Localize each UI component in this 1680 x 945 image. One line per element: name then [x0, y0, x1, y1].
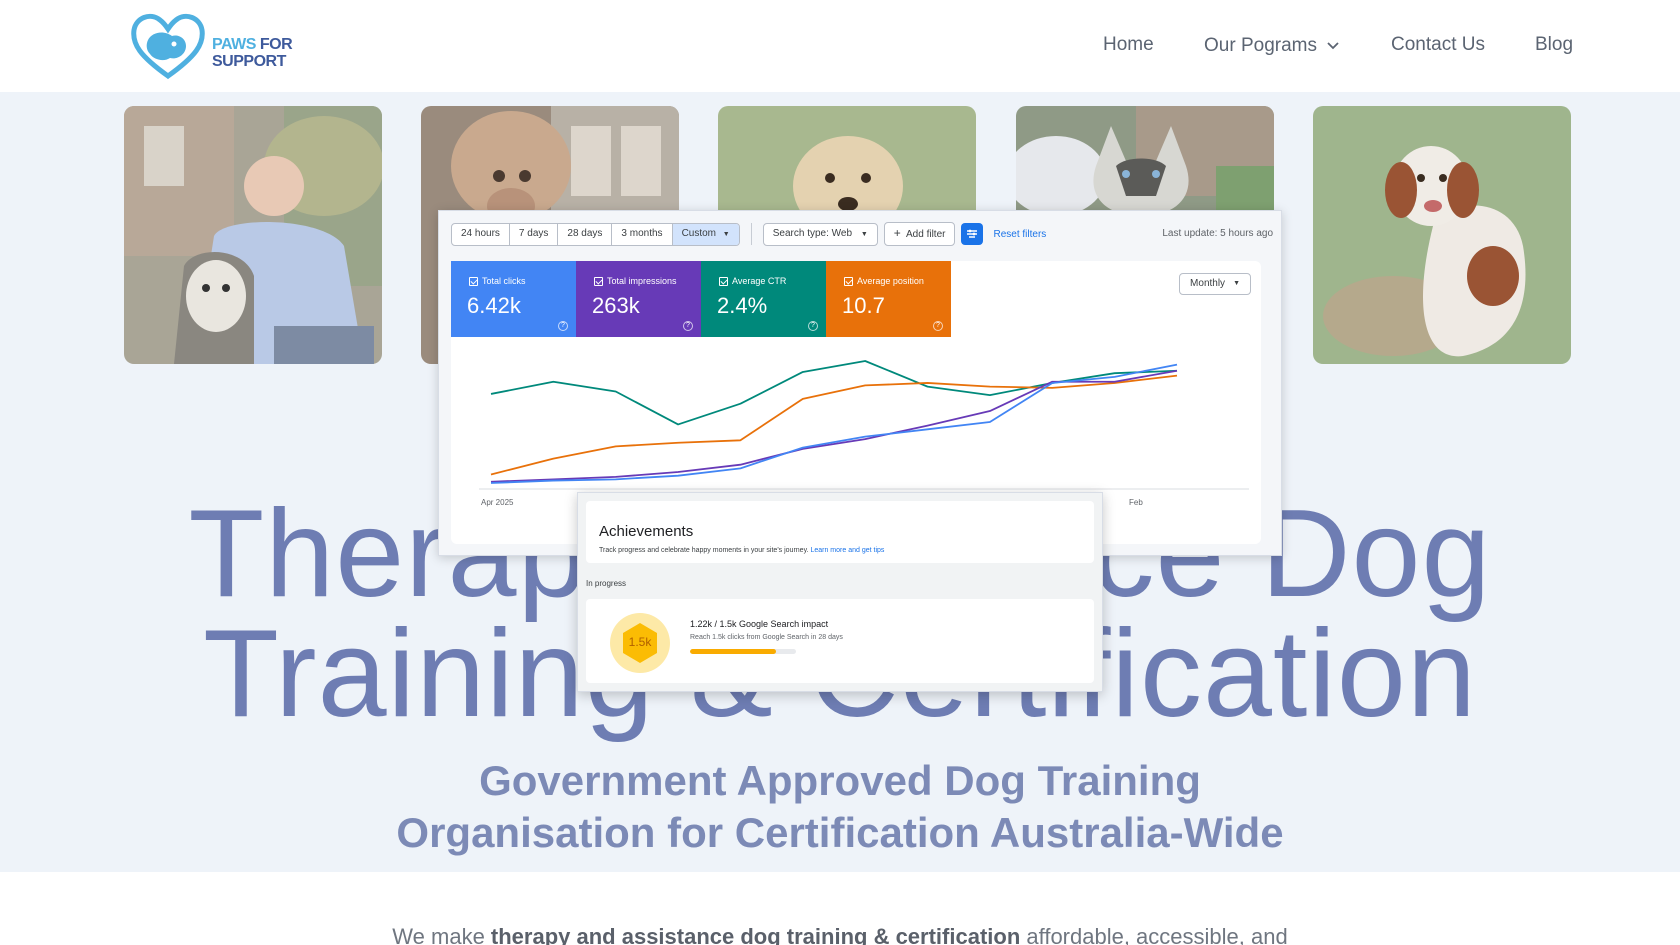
in-progress-heading: In progress: [586, 579, 627, 588]
range-custom-label: Custom: [681, 227, 717, 239]
nav-programs-label: Our Pograms: [1204, 35, 1317, 56]
achievement-progress-bar: [690, 649, 796, 654]
learn-more-link[interactable]: Learn more and get tips: [810, 547, 884, 554]
x-tick-label: Apr 2025: [481, 498, 514, 507]
nav-contact-label: Contact Us: [1391, 34, 1485, 55]
nav-contact[interactable]: Contact Us: [1391, 34, 1485, 58]
nav-home[interactable]: Home: [1103, 34, 1154, 58]
logo-word-paws: PAWS: [212, 36, 256, 53]
tagline-bold: therapy and assistance dog training & ce…: [490, 924, 1021, 945]
plus-icon: +: [893, 226, 901, 240]
nav-blog-label: Blog: [1535, 34, 1574, 55]
toolbar-divider: [750, 223, 752, 245]
add-filter-button[interactable]: + Add filter: [883, 222, 956, 246]
heart-dog-logo-icon: [131, 13, 205, 80]
chevron-down-icon: [1327, 42, 1339, 50]
date-range-selector: 24 hours 7 days 28 days 3 months Custom …: [451, 222, 740, 246]
hero-tagline: We make therapy and assistance dog train…: [0, 924, 1680, 945]
achievements-panel: Achievements Track progress and celebrat…: [577, 492, 1103, 692]
series-line-1: [490, 374, 1178, 476]
achievements-header-card: Achievements Track progress and celebrat…: [586, 501, 1094, 563]
filter-sliders-icon: [967, 229, 978, 238]
achievement-item[interactable]: 1.5k 1.22k / 1.5k Google Search impact R…: [586, 599, 1094, 683]
logo-word-for: FOR: [255, 36, 293, 53]
achievements-description-text: Track progress and celebrate happy momen…: [599, 547, 809, 554]
range-7-days[interactable]: 7 days: [510, 223, 559, 245]
caret-down-icon: ▼: [722, 230, 730, 238]
achievements-title: Achievements: [599, 523, 694, 540]
hero-photo-man-with-husky: [124, 106, 382, 364]
x-tick-label: Feb: [1129, 498, 1143, 507]
nav-programs[interactable]: Our Pograms: [1204, 34, 1339, 58]
tagline-post: affordable, accessible, and: [1020, 924, 1288, 945]
add-filter-label: Add filter: [906, 229, 946, 240]
range-24-hours[interactable]: 24 hours: [452, 223, 510, 245]
reset-filters-link[interactable]: Reset filters: [993, 229, 1046, 240]
range-28-days[interactable]: 28 days: [558, 223, 613, 245]
filter-settings-button[interactable]: [961, 223, 984, 245]
achievement-item-title: 1.22k / 1.5k Google Search impact: [690, 619, 829, 629]
range-3-months[interactable]: 3 months: [612, 223, 673, 245]
hero-subtitle-line2: Organisation for Certification Australia…: [396, 809, 1284, 856]
caret-down-icon: ▼: [860, 230, 868, 238]
search-type-label: Search type: Web: [772, 227, 853, 239]
nav-blog[interactable]: Blog: [1535, 34, 1573, 58]
last-update-text: Last update: 5 hours ago: [1162, 228, 1273, 239]
site-header: PAWS FOR SUPPORT Home Our Pograms Contac…: [0, 0, 1680, 92]
badge-label: 1.5k: [628, 635, 652, 649]
achievement-progress-fill: [690, 649, 776, 654]
date-toolbar: 24 hours 7 days 28 days 3 months Custom …: [451, 222, 1046, 246]
hero-photo-spaniel: [1313, 106, 1571, 364]
site-logo[interactable]: PAWS FOR SUPPORT: [130, 10, 310, 82]
logo-word-support: SUPPORT: [212, 53, 286, 70]
tagline-pre: We make: [392, 924, 491, 945]
nav-home-label: Home: [1103, 34, 1154, 55]
range-custom[interactable]: Custom ▼: [672, 223, 739, 245]
achievement-badge: 1.5k: [610, 613, 670, 673]
achievements-description: Track progress and celebrate happy momen…: [599, 547, 884, 554]
achievement-item-description: Reach 1.5k clicks from Google Search in …: [690, 634, 843, 641]
logo-text: PAWS FOR SUPPORT: [212, 36, 293, 70]
search-type-dropdown[interactable]: Search type: Web ▼: [762, 222, 878, 246]
hero-subtitle-line1: Government Approved Dog Training: [479, 757, 1201, 804]
